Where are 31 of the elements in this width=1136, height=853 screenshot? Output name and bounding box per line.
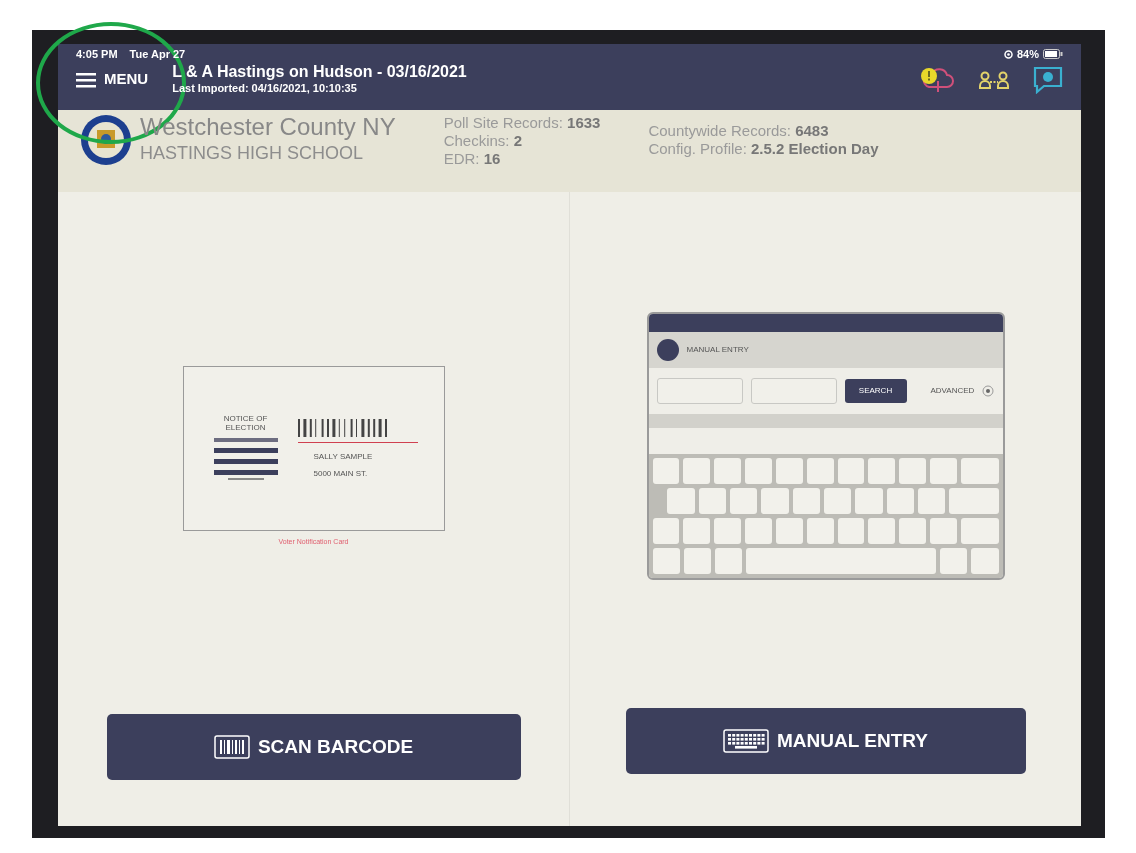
keyboard-icon	[723, 729, 769, 753]
menu-button[interactable]: MENU	[76, 68, 149, 91]
status-date: Tue Apr 27	[129, 47, 186, 62]
last-imported-text: Last Imported: 04/16/2021, 10:10:35	[172, 81, 358, 97]
election-title: L & A Hastings on Hudson - 03/16/2021	[172, 62, 467, 81]
stat-text: EDR: 16	[443, 150, 502, 168]
stat-text: Poll Site Records: 1633	[443, 114, 601, 132]
menu-icon	[76, 71, 96, 88]
stat-text: Countywide Records: 6483	[648, 122, 830, 140]
scan-barcode-button[interactable]: SCAN BARCODE	[106, 714, 521, 780]
notice-heading: NOTICE OF ELECTION	[222, 414, 269, 433]
poll-site-name: HASTINGS HIGH SCHOOL	[140, 142, 365, 166]
battery-level: 84%	[1016, 47, 1039, 62]
stat-text: Config. Profile: 2.5.2 Election Day	[648, 140, 879, 158]
people-icon[interactable]	[979, 70, 1009, 89]
preview-heading: MANUAL ENTRY	[686, 345, 749, 355]
manual-entry-button[interactable]: MANUAL ENTRY	[625, 708, 1026, 774]
barcode-icon	[213, 735, 250, 759]
location-icon	[1003, 49, 1013, 59]
avatar-circle-icon	[656, 339, 679, 361]
voter-name: SALLY SAMPLE	[313, 452, 374, 462]
cloud-alert-icon[interactable]	[919, 66, 955, 93]
chat-icon[interactable]	[1033, 65, 1063, 94]
battery-icon	[1043, 49, 1063, 60]
preview-advanced-label: ADVANCED	[930, 386, 975, 396]
state-seal-icon	[80, 114, 132, 166]
ballot-lines-drawing	[213, 436, 278, 483]
stat-text: Checkins: 2	[443, 132, 524, 150]
voter-address: 5000 MAIN ST.	[313, 469, 369, 479]
status-time: 4:05 PM	[76, 47, 118, 62]
radio-dot-icon	[982, 385, 995, 397]
